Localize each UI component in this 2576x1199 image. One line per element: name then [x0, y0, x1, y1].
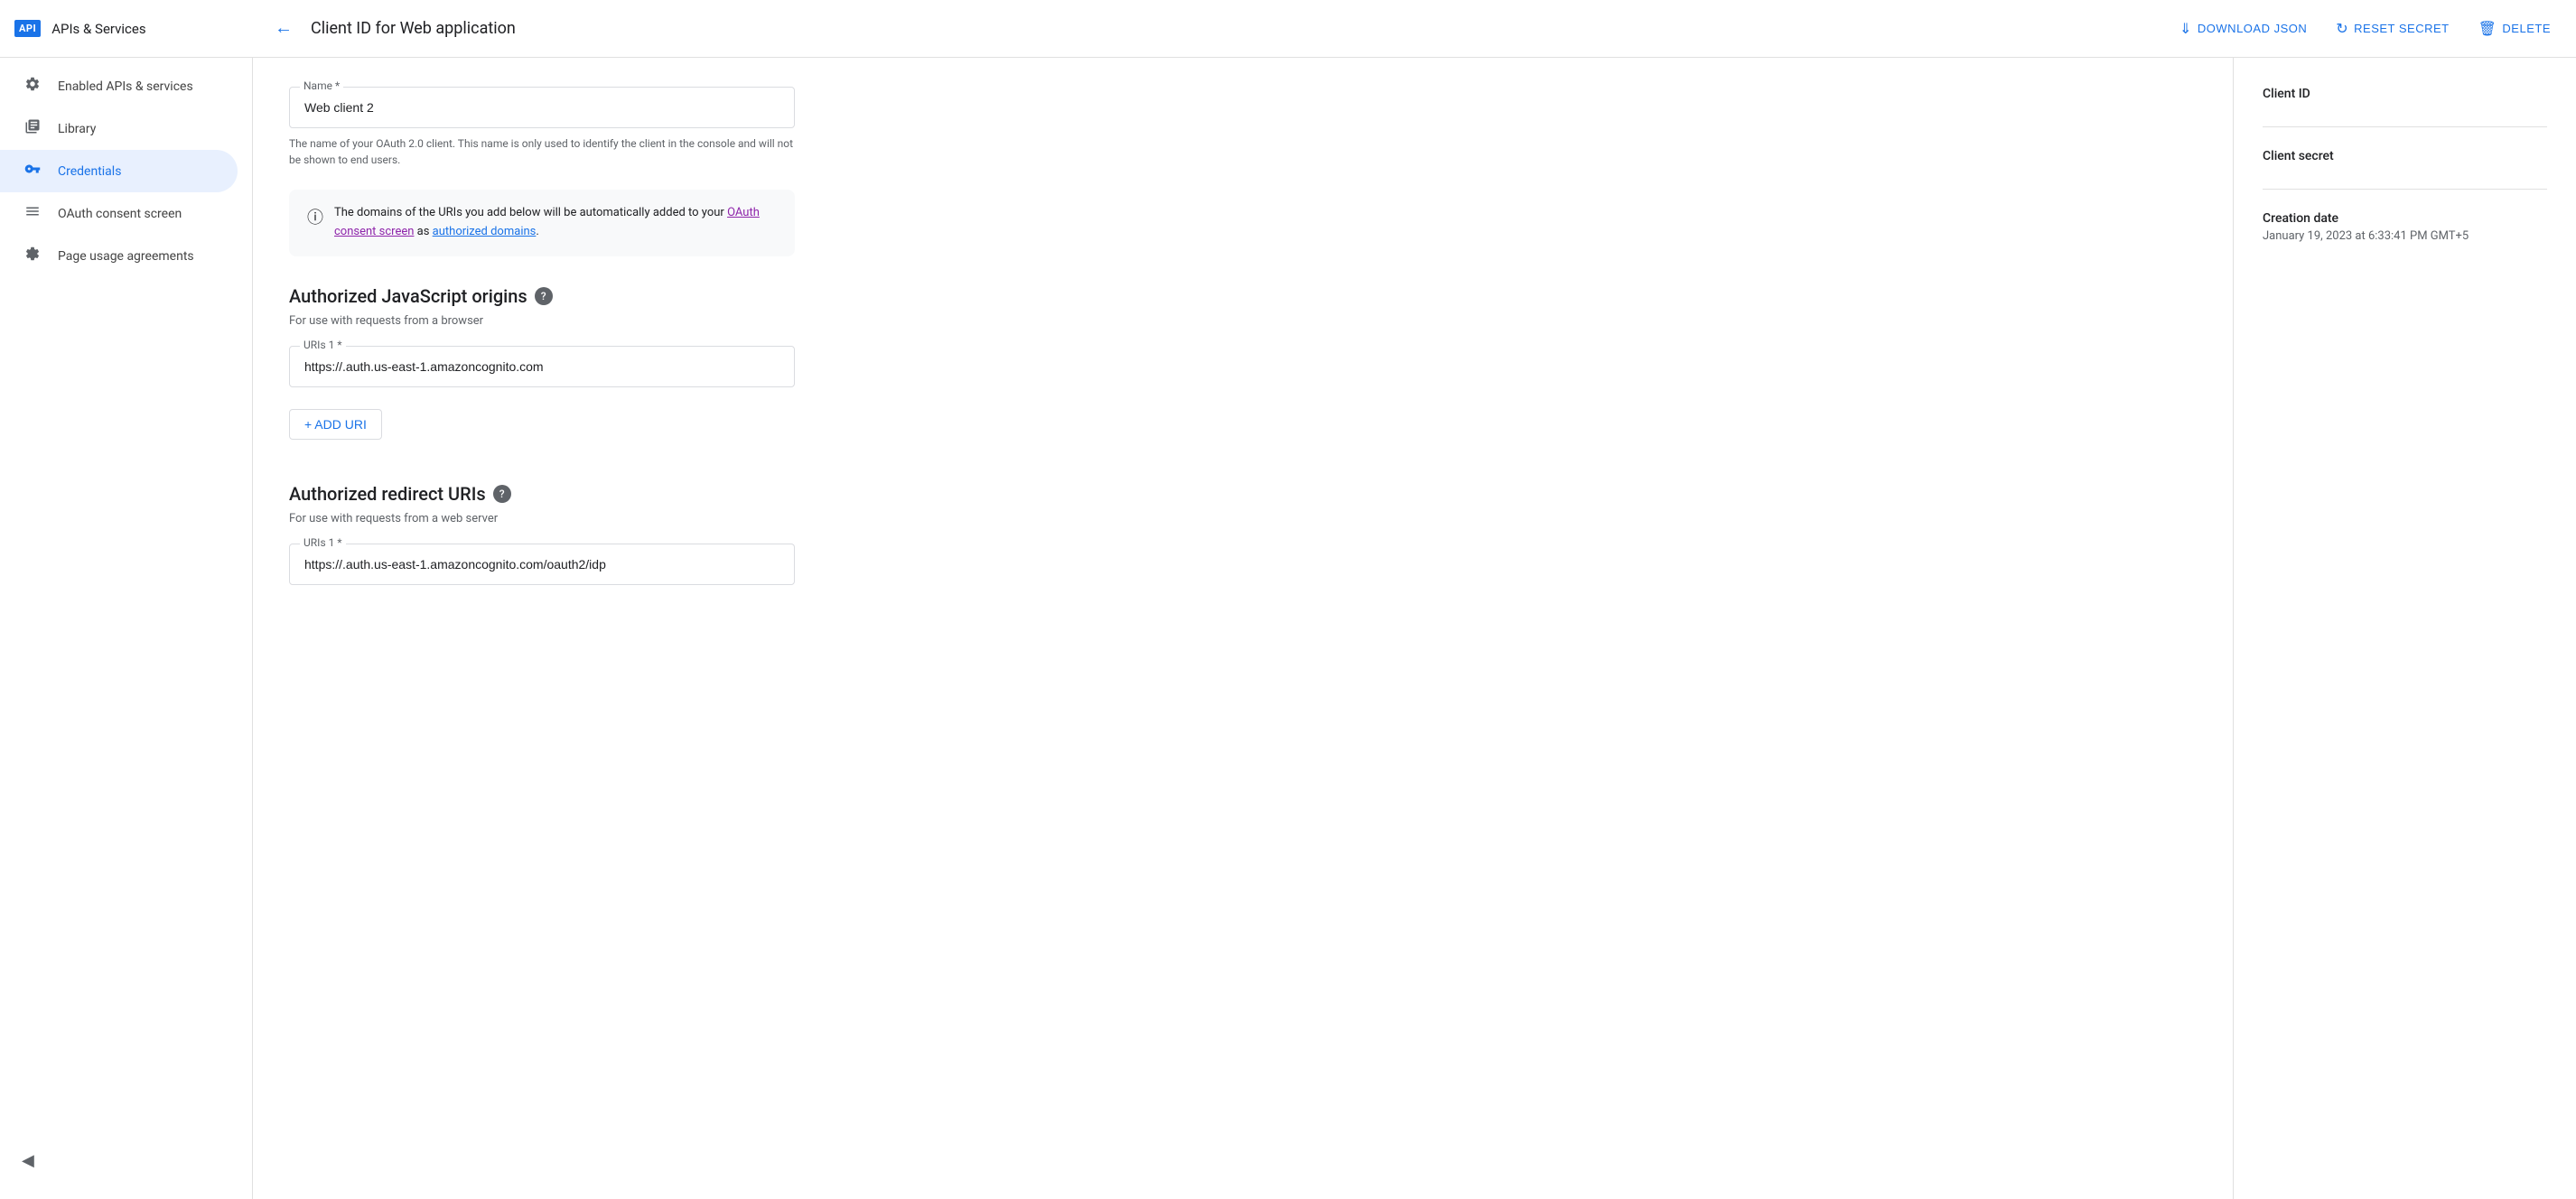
js-origins-desc: For use with requests from a browser [289, 314, 2197, 328]
info-box: ⓘ The domains of the URIs you add below … [289, 190, 795, 256]
redirect-uris-help-icon[interactable]: ? [493, 485, 511, 503]
creation-date-label: Creation date [2263, 211, 2547, 226]
client-secret-label: Client secret [2263, 149, 2547, 163]
add-uri-label: + ADD URI [304, 417, 367, 432]
enabled-apis-icon [22, 76, 43, 97]
info-icon: ⓘ [307, 205, 323, 228]
sidebar-item-label: Enabled APIs & services [58, 79, 193, 94]
download-json-label: DOWNLOAD JSON [2198, 22, 2307, 35]
sidebar-item-library[interactable]: Library [0, 107, 238, 150]
sidebar-item-enabled-apis[interactable]: Enabled APIs & services [0, 65, 238, 107]
redirect-uri1-wrap: URIs 1 * [289, 544, 795, 585]
sidebar-item-label: OAuth consent screen [58, 207, 182, 221]
delete-label: DELETE [2502, 22, 2551, 35]
topbar-brand: APIs & Services [51, 21, 145, 37]
info-text: The domains of the URIs you add below wi… [334, 204, 777, 242]
js-uri1-label: URIs 1 * [300, 339, 346, 351]
api-logo: API [14, 20, 41, 37]
name-label: Name * [300, 79, 343, 92]
redirect-uri1-label: URIs 1 * [300, 536, 346, 549]
delete-button[interactable]: 🗑 DELETE [2468, 13, 2562, 45]
redirect-uris-section: Authorized redirect URIs ? For use with … [289, 483, 2197, 585]
back-button[interactable]: ← [267, 11, 300, 46]
js-uri1-wrap: URIs 1 * [289, 346, 795, 387]
creation-date-value: January 19, 2023 at 6:33:41 PM GMT+5 [2263, 229, 2547, 243]
page-title: Client ID for Web application [311, 19, 516, 38]
content-area: Name * The name of your OAuth 2.0 client… [253, 58, 2576, 1199]
js-origins-section: Authorized JavaScript origins ? For use … [289, 285, 2197, 440]
download-json-button[interactable]: ⇓ DOWNLOAD JSON [2169, 13, 2318, 45]
credentials-icon [22, 161, 43, 181]
info-text-part1: The domains of the URIs you add below wi… [334, 206, 727, 219]
sidebar-item-label: Library [58, 122, 96, 136]
download-icon: ⇓ [2179, 20, 2192, 38]
sidebar: Enabled APIs & services Library Credenti… [0, 58, 253, 1199]
topbar-left: API APIs & Services [14, 20, 267, 37]
oauth-icon [22, 203, 43, 224]
info-text-part3: . [536, 225, 538, 238]
sidebar-item-label: Page usage agreements [58, 249, 194, 264]
collapse-sidebar-button[interactable]: ◀ [0, 1140, 56, 1181]
client-id-row: Client ID [2263, 87, 2547, 127]
creation-date-row: Creation date January 19, 2023 at 6:33:4… [2263, 211, 2547, 265]
name-input-wrap: Name * [289, 87, 2197, 128]
add-uri-button[interactable]: + ADD URI [289, 409, 382, 440]
sidebar-item-oauth-consent[interactable]: OAuth consent screen [0, 192, 238, 235]
redirect-uris-title: Authorized redirect URIs ? [289, 483, 2197, 505]
library-icon [22, 118, 43, 139]
redirect-uri1-input[interactable] [289, 544, 795, 585]
client-secret-row: Client secret [2263, 149, 2547, 190]
topbar: API APIs & Services ← Client ID for Web … [0, 0, 2576, 58]
reset-secret-button[interactable]: ↻ RESET SECRET [2325, 13, 2459, 45]
topbar-right: ← Client ID for Web application ⇓ DOWNLO… [267, 11, 2562, 46]
name-input[interactable] [289, 87, 795, 128]
main-layout: Enabled APIs & services Library Credenti… [0, 58, 2576, 1199]
js-uri1-input[interactable] [289, 346, 795, 387]
page-usage-icon [22, 246, 43, 266]
sidebar-item-label: Credentials [58, 164, 121, 179]
reset-icon: ↻ [2336, 20, 2348, 38]
sidebar-item-credentials[interactable]: Credentials [0, 150, 238, 192]
delete-icon: 🗑 [2478, 20, 2497, 38]
authorized-domains-link[interactable]: authorized domains [433, 225, 537, 238]
client-id-label: Client ID [2263, 87, 2547, 101]
name-hint: The name of your OAuth 2.0 client. This … [289, 135, 795, 168]
name-form-group: Name * The name of your OAuth 2.0 client… [289, 87, 2197, 168]
main-content: Name * The name of your OAuth 2.0 client… [253, 58, 2233, 1199]
js-origins-help-icon[interactable]: ? [535, 287, 553, 305]
api-logo-text: API [14, 20, 41, 37]
right-panel: Client ID Client secret Creation date Ja… [2233, 58, 2576, 1199]
info-text-part2: as [414, 225, 432, 238]
redirect-uris-desc: For use with requests from a web server [289, 512, 2197, 525]
sidebar-item-page-usage[interactable]: Page usage agreements [0, 235, 238, 277]
reset-secret-label: RESET SECRET [2354, 22, 2449, 35]
js-origins-title: Authorized JavaScript origins ? [289, 285, 2197, 307]
